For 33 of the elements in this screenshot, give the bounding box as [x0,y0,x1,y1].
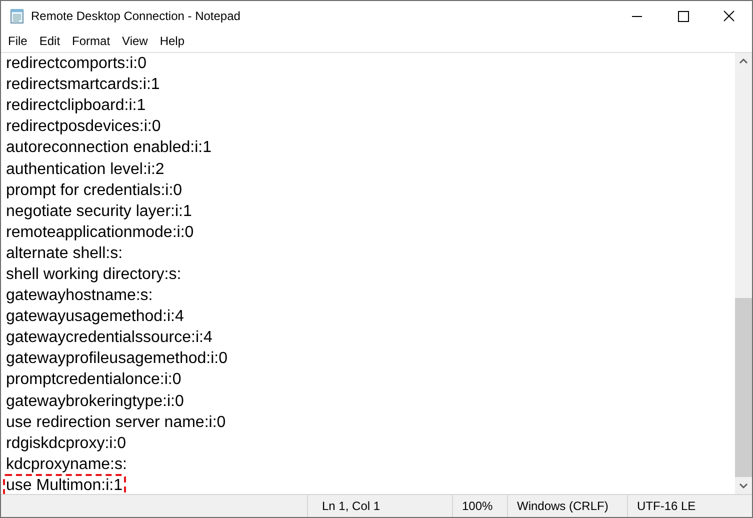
text-line: redirectclipboard:i:1 [5,96,147,116]
menu-item[interactable]: Format [66,34,116,48]
text-line: redirectcomports:i:0 [5,54,148,74]
text-line: prompt for credentials:i:0 [5,180,184,201]
text-line: redirectsmartcards:i:1 [5,75,161,96]
menu-item[interactable]: File [2,34,34,48]
text-line: negotiate security layer:i:1 [5,202,193,222]
text-line: rdgiskdcproxy:i:0 [5,434,128,454]
scrollbar[interactable] [735,53,752,494]
menu-item[interactable]: Help [154,34,191,48]
scroll-thumb[interactable] [735,298,752,477]
text-line: kdcproxyname:s: [5,454,128,475]
text-line: promptcredentialonce:i:0 [5,370,182,390]
text-line: redirectposdevices:i:0 [5,117,162,138]
status-text: Ln 1, Col 1 [307,495,452,517]
text-line: shell working directory:s: [5,264,182,285]
notepad-icon [9,8,25,24]
text-line: gatewayusagemethod:i:4 [5,307,185,328]
status-text: UTF-16 LE [627,495,752,517]
status-text: 100% [452,495,507,517]
status-text: Windows (CRLF) [507,495,627,517]
menu-item[interactable]: Edit [33,34,66,48]
text-line: gatewaybrokeringtype:i:0 [5,392,185,412]
text-line: remoteapplicationmode:i:0 [5,222,195,243]
text-line: gatewayhostname:s: [5,286,154,306]
window-title: Remote Desktop Connection - Notepad [31,8,242,22]
text-line: authentication level:i:2 [5,160,166,180]
text-line: gatewayprofileusagemethod:i:0 [5,349,228,370]
menu-item[interactable]: View [116,34,154,48]
text-line: gatewaycredentialssource:i:4 [5,328,214,348]
text-line: autoreconnection enabled:i:1 [5,138,212,158]
text-line: alternate shell:s: [5,244,124,264]
text-line: use redirection server name:i:0 [5,412,227,433]
